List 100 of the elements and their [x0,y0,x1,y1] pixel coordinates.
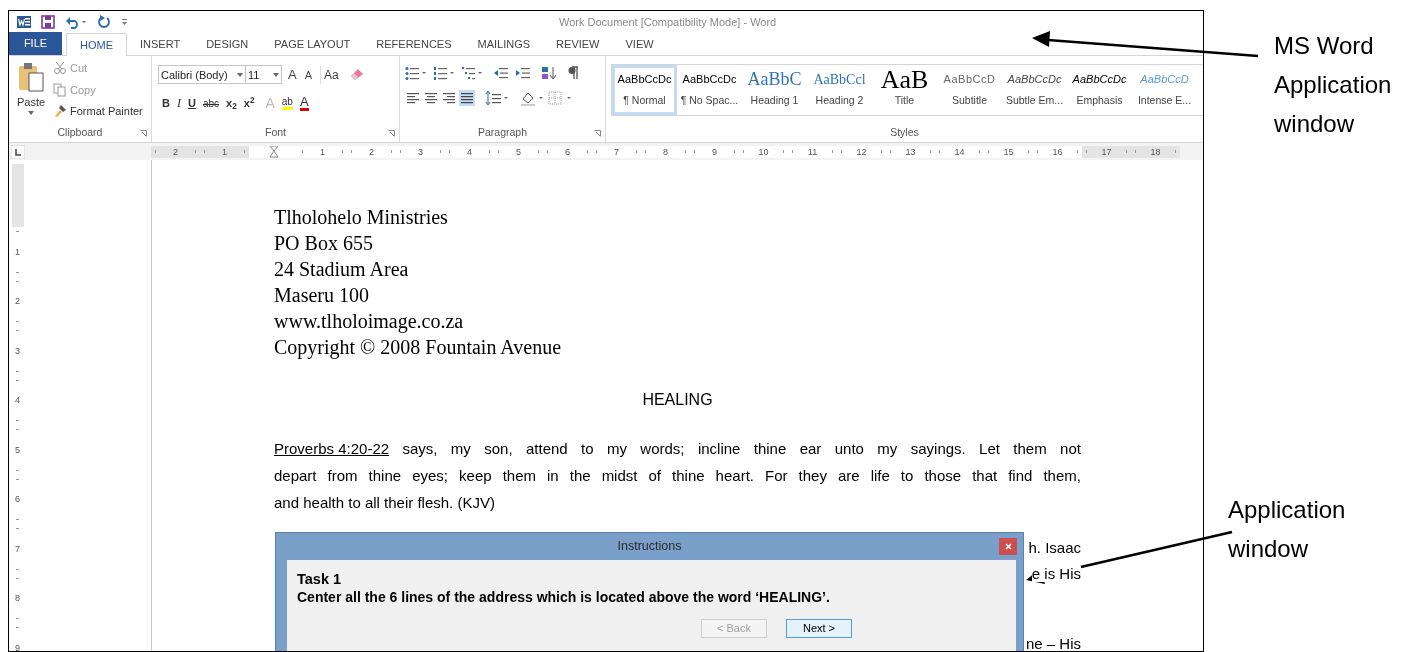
clipboard-button[interactable]: Format Painter [53,103,143,120]
style-option[interactable]: AaBbCcD Intense E... [1132,65,1197,115]
style-option[interactable]: AaBbCcDc ¶ Normal [612,65,677,115]
annotation-text: window [1274,109,1355,139]
address-line: 24 Stadium Area [274,257,409,282]
font-button[interactable]: A [286,65,299,85]
font-button[interactable]: I [176,94,181,112]
font-button[interactable]: x$^{2}$ [243,94,255,112]
dialog-launcher-icon[interactable] [140,130,147,137]
multilevel-list-icon[interactable] [461,66,483,80]
decrease-indent-icon[interactable] [493,66,509,80]
indent-marker-icon[interactable] [268,145,279,158]
style-option[interactable]: AaBbC Heading 1 [742,65,807,115]
address-line: Copyright © 2008 Fountain Avenue [274,335,562,360]
font-button[interactable]: ab [281,96,293,110]
style-option[interactable]: AaBbCcl Heading 2 [807,65,872,115]
style-option[interactable]: AaBbCcDc ¶ No Spac... [677,65,742,115]
ribbon-tab[interactable]: INSERT [127,33,194,55]
line-spacing-icon[interactable] [485,90,509,106]
ruler-number: 5 [15,444,20,455]
ruler-number: 6 [15,494,20,505]
paste-button[interactable]: Paste [9,56,53,124]
ruler-number: 1 [222,146,227,157]
word-icon[interactable] [17,15,31,29]
ruler-number: 3 [418,146,423,157]
scissors-icon [53,61,67,76]
annotation-text: window [1228,534,1309,564]
style-option[interactable]: AaBbCcD Subtitle [937,65,1002,115]
font-size-field[interactable]: 11 [245,65,282,85]
style-option[interactable]: AaBbCcDc Subtle Em... [1002,65,1067,115]
ruler-number: 9 [712,146,717,157]
bullets-icon[interactable] [405,66,427,80]
close-button[interactable] [999,538,1017,555]
document-heading: HEALING [642,390,713,410]
file-tab[interactable]: FILE [9,32,62,55]
font-button[interactable]: U [187,94,196,112]
font-button[interactable]: x$_{2}$ [226,94,237,112]
address-line: Tlholohelo Ministries [274,205,448,230]
ruler-number: 12 [856,146,867,157]
ruler-number: 2 [369,146,374,157]
font-button[interactable]: A [302,66,314,83]
group-label: Styles [890,125,919,141]
align-center-icon[interactable] [423,90,439,106]
group-label: Paragraph [477,125,527,141]
customize-icon[interactable] [121,18,128,26]
annotation-text: MS Word [1274,31,1374,61]
align-right-icon[interactable] [441,90,457,106]
dialog-title: Instructions [617,538,682,556]
ruler-number: 18 [1150,146,1161,157]
dialog-launcher-icon[interactable] [388,130,395,137]
dialog-launcher-icon[interactable] [594,130,601,137]
ruler-number: 7 [614,146,619,157]
ruler-number: 6 [565,146,570,157]
show-formatting-icon[interactable] [567,66,579,80]
ruler-number: 4 [467,146,472,157]
ruler-number: 13 [905,146,916,157]
paragraph-line: Proverbs 4:20-22 says, my son, attend to my words; incline thine ear unto my sayings. Let them not [274,439,1081,459]
increase-indent-icon[interactable] [515,66,531,80]
ribbon-tab[interactable]: DESIGN [193,33,262,55]
numbering-icon[interactable] [433,66,455,80]
font-button[interactable]: A [299,95,309,111]
ruler-number: 11 [807,146,818,157]
style-option[interactable]: AaB Title [872,65,937,115]
address-line: PO Box 655 [274,231,373,256]
redo-icon[interactable] [97,15,111,29]
style-option[interactable]: AaBbCcDc Emphasis [1067,65,1132,115]
paragraph-line: and health to all their flesh. (KJV) [274,493,495,513]
ruler-number: 14 [954,146,965,157]
clear-formatting-icon[interactable] [349,67,364,82]
sort-icon[interactable] [541,66,557,80]
undo-icon[interactable] [65,15,87,29]
ruler-number: 15 [1003,146,1014,157]
font-button[interactable]: abc [202,95,220,111]
ribbon-tab[interactable]: PAGE LAYOUT [261,33,364,55]
shading-icon[interactable] [519,90,545,106]
ruler-number: 17 [1101,146,1112,157]
ribbon-tab[interactable]: MAILINGS [464,33,544,55]
font-button[interactable]: B [162,94,170,112]
ribbon-tab[interactable]: REFERENCES [363,33,465,55]
ruler-margin [11,164,24,227]
ruler-number: 9 [15,642,20,651]
annotation-text: Application [1274,70,1392,100]
window-title: Work Document [Compatibility Mode] - Word [559,14,777,30]
caret-icon [28,110,34,115]
dialog-button[interactable]: Next > [786,619,852,638]
ruler-number: 5 [516,146,521,157]
address-line: www.tlholoimage.co.za [274,309,464,334]
tab-selector-icon[interactable] [11,144,25,159]
ribbon-tab[interactable]: HOME [66,33,127,56]
save-icon[interactable] [41,15,55,29]
group-label: Font [265,125,286,141]
ribbon-tab[interactable]: REVIEW [543,33,613,55]
align-left-icon[interactable] [405,90,421,106]
group-label: Clipboard [57,125,103,141]
task-title: Task 1 [297,570,342,588]
ribbon-tab[interactable]: VIEW [612,33,667,55]
font-button[interactable]: Aa [320,65,342,84]
ruler-number: 2 [173,146,178,157]
font-name-field[interactable]: Calibri (Body) [158,65,246,85]
justify-icon[interactable] [459,90,475,106]
